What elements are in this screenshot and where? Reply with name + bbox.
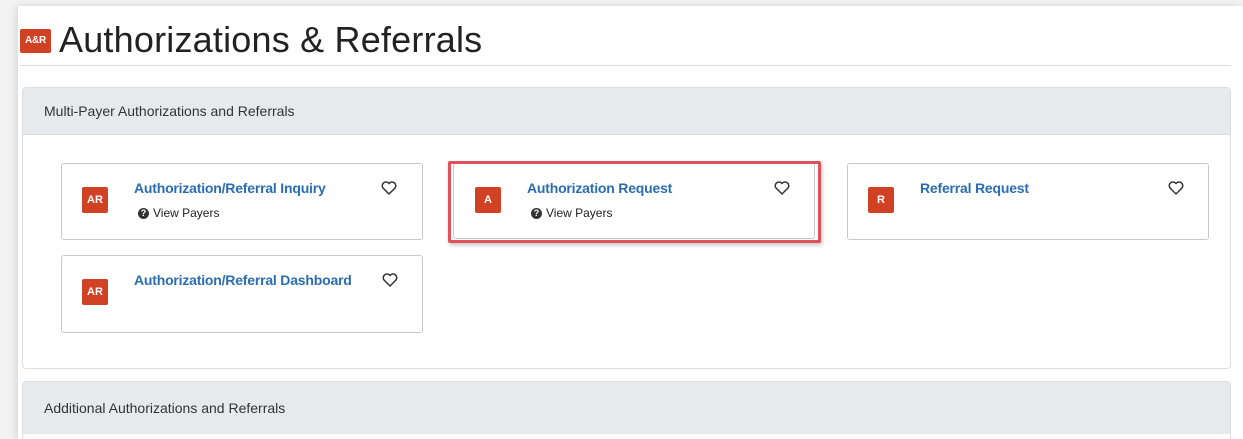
section-header: Multi-Payer Authorizations and Referrals xyxy=(23,88,1230,135)
card-title-link[interactable]: Referral Request xyxy=(920,180,1029,196)
card-title-link[interactable]: Authorization/Referral Dashboard xyxy=(134,272,352,288)
card-title-link[interactable]: Authorization/Referral Inquiry xyxy=(134,180,326,196)
card-referral-request: R Referral Request xyxy=(847,163,1209,240)
question-circle-icon: ? xyxy=(138,207,149,219)
heart-outline-icon[interactable] xyxy=(382,273,398,287)
heart-outline-icon[interactable] xyxy=(381,181,397,195)
card-authorization-request: A Authorization Request ? View Payers xyxy=(453,163,815,239)
section-header: Additional Authorizations and Referrals xyxy=(23,382,1230,434)
view-payers-link[interactable]: ? View Payers xyxy=(531,206,612,220)
card-title-link[interactable]: Authorization Request xyxy=(527,180,672,196)
section-additional: Additional Authorizations and Referrals xyxy=(22,381,1231,439)
heart-outline-icon[interactable] xyxy=(1168,181,1184,195)
view-payers-link[interactable]: ? View Payers xyxy=(138,206,219,220)
view-payers-label: View Payers xyxy=(546,206,613,220)
app-logo: A&R xyxy=(20,28,51,53)
page-header: A&R Authorizations & Referrals xyxy=(20,14,1231,66)
question-circle-icon: ? xyxy=(531,207,542,219)
card-icon-badge: AR xyxy=(82,187,108,213)
page-title: Authorizations & Referrals xyxy=(59,18,483,60)
card-icon-badge: AR xyxy=(82,279,108,305)
card-authorization-referral-inquiry: AR Authorization/Referral Inquiry ? View… xyxy=(61,163,423,240)
card-icon-badge: R xyxy=(868,187,894,213)
view-payers-label: View Payers xyxy=(153,206,220,220)
heart-outline-icon[interactable] xyxy=(774,181,790,195)
card-icon-badge: A xyxy=(475,187,501,213)
card-authorization-referral-dashboard: AR Authorization/Referral Dashboard xyxy=(61,255,423,333)
